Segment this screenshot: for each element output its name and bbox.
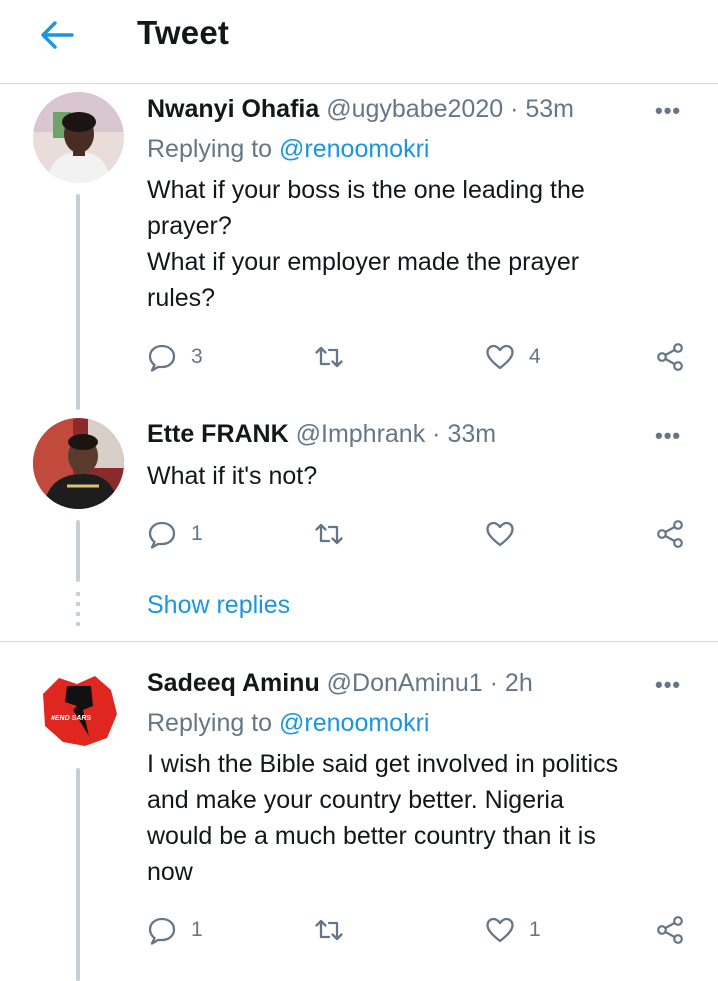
reply-count: 3 <box>191 345 203 368</box>
like-count: 4 <box>529 345 541 368</box>
reply-button[interactable]: 1 <box>147 516 203 552</box>
heart-icon <box>486 917 514 943</box>
more-options-icon[interactable]: ••• <box>655 672 681 698</box>
separator: · <box>432 420 441 448</box>
avatar[interactable]: #END SARS <box>33 666 124 757</box>
reply-count: 1 <box>191 918 203 941</box>
like-button[interactable]: 1 <box>485 912 541 948</box>
like-button[interactable] <box>485 516 529 552</box>
retweet-button[interactable] <box>314 912 358 948</box>
more-options-icon[interactable]: ••• <box>655 98 681 124</box>
retweet-icon <box>315 523 343 545</box>
thread-line <box>76 768 80 981</box>
reply-icon <box>148 521 176 549</box>
tweet-text: I wish the Bible said get involved in po… <box>147 746 695 890</box>
avatar[interactable] <box>33 418 124 509</box>
tweet-text-line: now <box>147 858 193 886</box>
share-button[interactable] <box>655 339 685 375</box>
tweet-header: Ette FRANK @Imphrank · 33m <box>147 420 496 449</box>
display-name[interactable]: Ette FRANK <box>147 420 289 448</box>
back-button[interactable] <box>38 18 78 52</box>
replying-to-label: Replying to <box>147 709 273 737</box>
avatar[interactable] <box>33 92 124 183</box>
replying-to-label: Replying to <box>147 135 273 163</box>
thread-dots <box>76 592 80 626</box>
tweet-text-line: would be a much better country than it i… <box>147 822 596 850</box>
timestamp[interactable]: 2h <box>505 669 533 697</box>
tweet-text: What if it's not? <box>147 458 695 494</box>
thread-line <box>76 520 80 582</box>
share-icon <box>657 343 683 371</box>
share-button[interactable] <box>655 912 685 948</box>
reply-icon <box>148 344 176 372</box>
timestamp[interactable]: 33m <box>447 420 496 448</box>
share-icon <box>657 916 683 944</box>
tweet-actions: 1 1 <box>147 912 692 948</box>
separator: · <box>510 95 519 123</box>
tweet-actions: 3 4 <box>147 339 692 375</box>
reply-button[interactable]: 3 <box>147 339 203 375</box>
arrow-left-icon <box>41 21 74 49</box>
retweet-icon <box>315 346 343 368</box>
display-name[interactable]: Nwanyi Ohafia <box>147 95 319 123</box>
tweet-text-line: prayer? <box>147 212 232 240</box>
tweet-text-line: What if it's not? <box>147 462 318 490</box>
retweet-icon <box>315 919 343 941</box>
tweet-item[interactable]: #END SARS Sadeeq Aminu @DonAminu1 · 2h •… <box>0 642 718 981</box>
replying-to: Replying to @renoomokri <box>147 135 429 164</box>
like-count: 1 <box>529 918 541 941</box>
tweet-text-line: I wish the Bible said get involved in po… <box>147 750 619 778</box>
user-handle[interactable]: @Imphrank <box>296 420 426 448</box>
reply-icon <box>148 917 176 945</box>
retweet-button[interactable] <box>314 516 358 552</box>
share-button[interactable] <box>655 516 685 552</box>
thread-line <box>76 194 80 410</box>
timestamp[interactable]: 53m <box>525 95 574 123</box>
show-replies-link[interactable]: Show replies <box>147 591 290 620</box>
tweet-actions: 1 <box>147 516 692 552</box>
retweet-button[interactable] <box>314 339 358 375</box>
reply-button[interactable]: 1 <box>147 912 203 948</box>
user-handle[interactable]: @ugybabe2020 <box>326 95 503 123</box>
tweet-item[interactable]: Ette FRANK @Imphrank · 33m ••• What if i… <box>0 408 718 588</box>
tweet-text-line: rules? <box>147 284 216 312</box>
tweet-item[interactable]: Nwanyi Ohafia @ugybabe2020 · 53m ••• Rep… <box>0 84 718 410</box>
replying-to-handle[interactable]: @renoomokri <box>279 709 429 737</box>
reply-count: 1 <box>191 522 203 545</box>
page-title: Tweet <box>137 14 230 51</box>
replying-to: Replying to @renoomokri <box>147 709 429 738</box>
tweet-text: What if your boss is the one leading the… <box>147 172 695 316</box>
tweet-text-line: and make your country better. Nigeria <box>147 786 564 814</box>
top-bar: Tweet <box>0 0 718 84</box>
avatar-logo-text: #END SARS <box>51 715 91 722</box>
share-icon <box>657 520 683 548</box>
heart-icon <box>486 344 514 370</box>
display-name[interactable]: Sadeeq Aminu <box>147 669 320 697</box>
separator: · <box>489 669 498 697</box>
user-handle[interactable]: @DonAminu1 <box>327 669 483 697</box>
tweet-text-line: What if your boss is the one leading the <box>147 176 585 204</box>
like-button[interactable]: 4 <box>485 339 541 375</box>
replying-to-handle[interactable]: @renoomokri <box>279 135 429 163</box>
tweet-text-line: What if your employer made the prayer <box>147 248 580 276</box>
heart-icon <box>486 521 514 547</box>
more-options-icon[interactable]: ••• <box>655 423 681 449</box>
tweet-header: Nwanyi Ohafia @ugybabe2020 · 53m <box>147 95 574 124</box>
tweet-header: Sadeeq Aminu @DonAminu1 · 2h <box>147 669 533 698</box>
